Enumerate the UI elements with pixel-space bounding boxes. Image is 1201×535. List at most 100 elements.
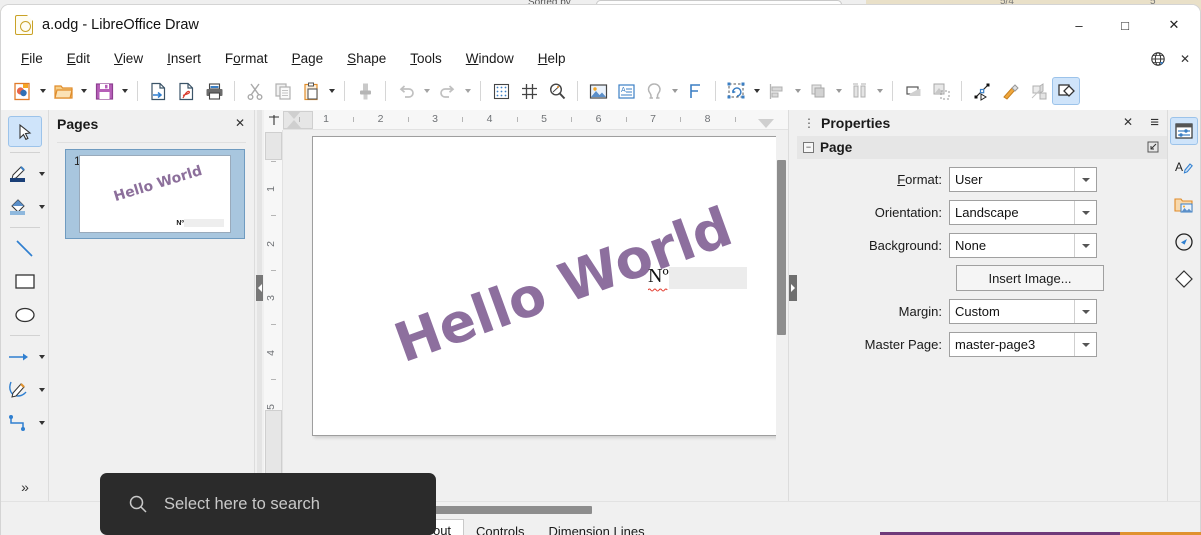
- insert-fontwork-icon[interactable]: [681, 77, 709, 105]
- close-button[interactable]: ✕: [1148, 5, 1200, 45]
- format-dropdown-arrow-icon[interactable]: [1074, 168, 1096, 191]
- properties-deck-icon[interactable]: [1170, 117, 1198, 145]
- drawing-page[interactable]: Hello World Nº: [312, 136, 779, 436]
- background-combobox[interactable]: None: [949, 233, 1097, 258]
- menu-page[interactable]: Page: [280, 48, 336, 69]
- ruler-corner-icon[interactable]: [264, 110, 283, 130]
- copy-icon[interactable]: [269, 77, 297, 105]
- arrange-dropdown[interactable]: [832, 77, 845, 105]
- page-section-header[interactable]: − Page: [797, 136, 1167, 159]
- menu-window[interactable]: Window: [454, 48, 526, 69]
- transformations-dropdown[interactable]: [750, 77, 763, 105]
- insert-special-character-icon[interactable]: [640, 77, 668, 105]
- gallery-deck-icon[interactable]: [1170, 191, 1198, 219]
- sidebar-close-icon[interactable]: ✕: [1123, 115, 1133, 129]
- redo-dropdown[interactable]: [461, 77, 474, 105]
- new-document-icon[interactable]: [8, 77, 36, 105]
- drawing-toolbar-more-button[interactable]: »: [1, 479, 49, 495]
- open-document-dropdown[interactable]: [77, 77, 90, 105]
- background-dropdown-arrow-icon[interactable]: [1074, 234, 1096, 257]
- pages-splitter[interactable]: [255, 110, 264, 501]
- distribute-selection-icon[interactable]: [845, 77, 873, 105]
- sidebar-grip-icon[interactable]: ⋮: [803, 117, 815, 129]
- connectors-tool[interactable]: [2, 407, 36, 438]
- canvas-vertical-scrollbar[interactable]: [776, 132, 787, 499]
- show-draw-functions-icon[interactable]: [1052, 77, 1080, 105]
- close-document-icon[interactable]: ✕: [1176, 52, 1194, 66]
- toggle-extrusion-icon[interactable]: [1024, 77, 1052, 105]
- sidebar-collapse-arrow[interactable]: [789, 275, 797, 301]
- arrange-icon[interactable]: [804, 77, 832, 105]
- export-document-icon[interactable]: [144, 77, 172, 105]
- menu-edit[interactable]: Edit: [55, 48, 102, 69]
- crop-image-icon[interactable]: [927, 77, 955, 105]
- menu-file[interactable]: File: [9, 48, 55, 69]
- line-color-dropdown[interactable]: [36, 172, 47, 176]
- fill-color-dropdown[interactable]: [36, 205, 47, 209]
- print-document-icon[interactable]: [200, 77, 228, 105]
- margin-dropdown-arrow-icon[interactable]: [1074, 300, 1096, 323]
- rectangle-tool[interactable]: [8, 266, 42, 297]
- page-dialog-launcher-icon[interactable]: [1147, 141, 1159, 153]
- globe-icon[interactable]: [1150, 51, 1166, 67]
- navigator-deck-icon[interactable]: [1170, 228, 1198, 256]
- undo-dropdown[interactable]: [420, 77, 433, 105]
- paste-icon[interactable]: [297, 77, 325, 105]
- curves-and-polygons-tool[interactable]: [2, 374, 36, 405]
- page-thumbnail-selected[interactable]: 1 Hello World Nº: [65, 149, 245, 239]
- format-combobox[interactable]: User: [949, 167, 1097, 192]
- orientation-dropdown-arrow-icon[interactable]: [1074, 201, 1096, 224]
- fill-color-tool[interactable]: [2, 191, 36, 222]
- save-document-icon[interactable]: [90, 77, 118, 105]
- maximize-button[interactable]: □: [1102, 5, 1148, 45]
- menu-view[interactable]: View: [102, 48, 155, 69]
- cut-icon[interactable]: [241, 77, 269, 105]
- display-grid-icon[interactable]: [487, 77, 515, 105]
- open-document-icon[interactable]: [49, 77, 77, 105]
- menu-shape[interactable]: Shape: [335, 48, 398, 69]
- save-document-dropdown[interactable]: [118, 77, 131, 105]
- insert-text-box-icon[interactable]: A: [612, 77, 640, 105]
- margin-combobox[interactable]: Custom: [949, 299, 1097, 324]
- special-character-dropdown[interactable]: [668, 77, 681, 105]
- shapes-deck-icon[interactable]: [1170, 265, 1198, 293]
- layer-tab-controls[interactable]: Controls: [464, 519, 536, 535]
- sidebar-splitter[interactable]: [788, 110, 797, 501]
- connectors-dropdown[interactable]: [36, 421, 47, 425]
- styles-deck-icon[interactable]: A: [1170, 154, 1198, 182]
- master-page-dropdown-arrow-icon[interactable]: [1074, 333, 1096, 356]
- distribute-dropdown[interactable]: [873, 77, 886, 105]
- transformations-icon[interactable]: [722, 77, 750, 105]
- menu-insert[interactable]: Insert: [155, 48, 213, 69]
- new-document-dropdown[interactable]: [36, 77, 49, 105]
- master-page-combobox[interactable]: master-page3: [949, 332, 1097, 357]
- redo-icon[interactable]: [433, 77, 461, 105]
- page-section-collapse-icon[interactable]: −: [803, 142, 814, 153]
- orientation-combobox[interactable]: Landscape: [949, 200, 1097, 225]
- edit-points-icon[interactable]: [968, 77, 996, 105]
- helplines-icon[interactable]: [515, 77, 543, 105]
- export-pdf-icon[interactable]: [172, 77, 200, 105]
- horizontal-ruler[interactable]: 1 2 3 4 5 6 7 8: [283, 110, 788, 130]
- vertical-scrollbar-thumb[interactable]: [777, 160, 786, 335]
- pages-close-icon[interactable]: ✕: [235, 116, 245, 130]
- align-dropdown[interactable]: [791, 77, 804, 105]
- menu-tools[interactable]: Tools: [398, 48, 454, 69]
- insert-image-button[interactable]: Insert Image...: [956, 265, 1104, 291]
- shadow-icon[interactable]: [899, 77, 927, 105]
- minimize-button[interactable]: ‒: [1056, 5, 1102, 45]
- insert-image-icon[interactable]: [584, 77, 612, 105]
- insert-line-tool[interactable]: [8, 233, 42, 264]
- zoom-and-pan-icon[interactable]: [543, 77, 571, 105]
- sidebar-menu-icon[interactable]: ≡: [1150, 114, 1159, 131]
- number-field-input[interactable]: [668, 267, 747, 289]
- menu-format[interactable]: Format: [213, 48, 280, 69]
- pages-collapse-arrow[interactable]: [256, 275, 263, 301]
- line-color-tool[interactable]: [2, 158, 36, 189]
- ellipse-tool[interactable]: [8, 299, 42, 330]
- paste-dropdown[interactable]: [325, 77, 338, 105]
- lines-and-arrows-tool[interactable]: [2, 341, 36, 372]
- number-field-group[interactable]: Nº: [648, 265, 747, 292]
- page-thumbnail-item[interactable]: 1 Hello World Nº: [57, 143, 246, 239]
- vertical-ruler[interactable]: 12345: [264, 130, 283, 501]
